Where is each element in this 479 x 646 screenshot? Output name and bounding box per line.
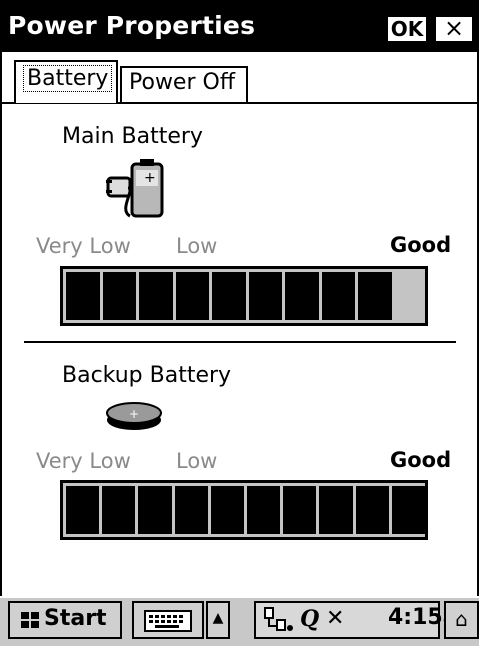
backup-battery-level-segment	[247, 486, 281, 534]
backup-battery-level-segment	[138, 486, 172, 534]
input-menu-arrow[interactable]: ▲	[206, 601, 230, 639]
tab-battery-label: Battery	[23, 65, 113, 92]
main-battery-level-segment	[102, 272, 136, 320]
main-battery-level-segment	[321, 272, 355, 320]
start-label: Start	[44, 606, 107, 631]
main-battery-level-segment	[139, 272, 173, 320]
keyboard-button[interactable]	[132, 601, 204, 639]
svg-text:+: +	[129, 407, 139, 421]
connection-icon[interactable]: Q	[300, 606, 319, 632]
mute-icon[interactable]: ✕	[326, 606, 344, 631]
window-title: Power Properties	[8, 11, 256, 40]
tab-battery[interactable]: Battery	[14, 60, 118, 103]
backup-scale-good: Good	[390, 448, 452, 472]
backup-scale-low: Low	[176, 449, 218, 473]
close-button[interactable]: ×	[434, 15, 474, 43]
main-battery-level-segment	[285, 272, 319, 320]
windows-flag-icon	[21, 612, 39, 628]
backup-battery-level-segment	[174, 486, 208, 534]
backup-battery-level-bar	[60, 480, 428, 540]
main-battery-level-segment	[358, 272, 392, 320]
desktop-icon[interactable]: ⌂	[444, 601, 479, 639]
backup-battery-level-segment	[355, 486, 389, 534]
backup-battery-level-segment	[283, 486, 317, 534]
backup-battery-level-segment	[391, 486, 426, 534]
main-battery-title: Main Battery	[62, 124, 203, 149]
backup-scale-very-low: Very Low	[36, 449, 131, 473]
coin-cell-battery-icon: +	[106, 402, 162, 430]
network-icon[interactable]	[262, 606, 296, 634]
backup-battery-title: Backup Battery	[62, 363, 232, 388]
backup-battery-level-segment	[319, 486, 353, 534]
main-scale-low: Low	[176, 234, 218, 258]
backup-battery-level-segment	[210, 486, 245, 534]
main-scale-very-low: Very Low	[36, 234, 131, 258]
section-divider	[24, 341, 456, 343]
start-button[interactable]: Start	[8, 601, 122, 639]
svg-text:+: +	[144, 170, 156, 186]
backup-battery-level-segment	[102, 486, 136, 534]
main-battery-level-bar	[60, 266, 428, 326]
backup-battery-level-segment	[66, 486, 100, 534]
keyboard-icon	[144, 610, 192, 632]
ok-button[interactable]: OK	[386, 15, 428, 43]
main-battery-level-segment	[248, 272, 282, 320]
main-battery-level-segment	[66, 272, 100, 320]
plug-battery-icon: +	[106, 159, 164, 218]
main-battery-level-segment	[175, 272, 209, 320]
tab-power-off[interactable]: Power Off	[120, 66, 248, 102]
main-scale-good: Good	[390, 233, 452, 257]
main-battery-level-segment	[212, 272, 246, 320]
